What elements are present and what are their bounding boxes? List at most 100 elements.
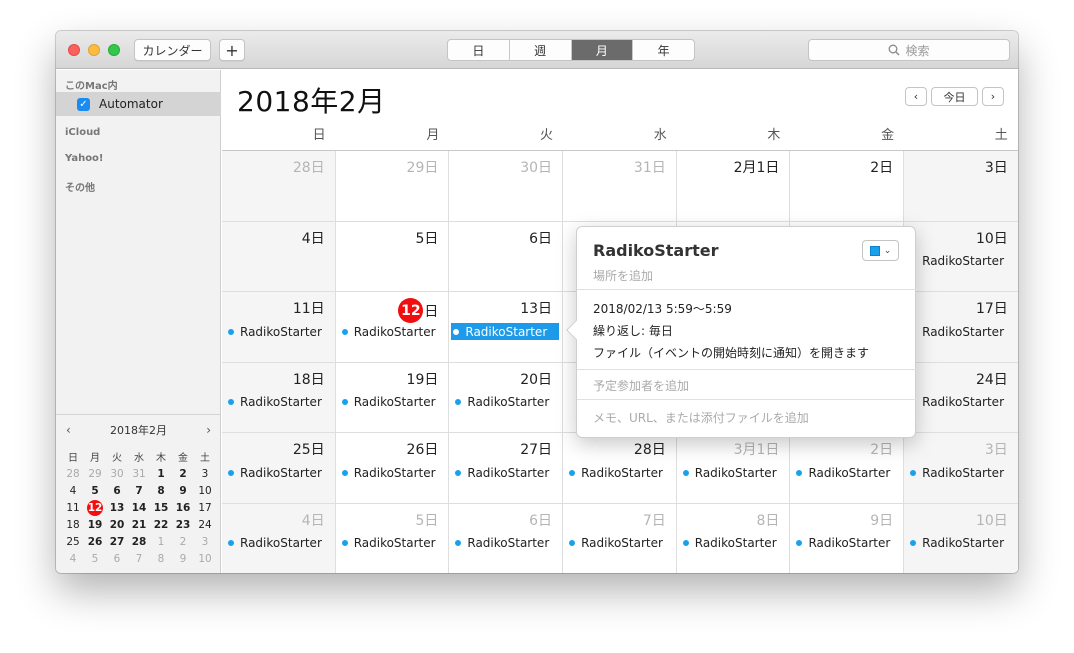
mini-day[interactable]: 5 <box>84 550 106 567</box>
view-tab-2[interactable]: 月 <box>571 40 634 60</box>
mini-day[interactable]: 23 <box>172 516 194 533</box>
day-cell[interactable]: 8日 RadikoStarter <box>677 503 791 573</box>
day-cell[interactable]: 10日 RadikoStarter <box>904 221 1018 291</box>
event-item[interactable]: RadikoStarter <box>908 535 1015 552</box>
event-item[interactable]: RadikoStarter <box>226 323 332 340</box>
invitees-field[interactable]: 予定参加者を追加 <box>593 377 689 394</box>
day-cell[interactable]: 28日 <box>222 151 336 221</box>
mini-day[interactable]: 19 <box>84 516 106 533</box>
day-cell[interactable]: 4日 <box>222 221 336 291</box>
search-input[interactable]: 検索 <box>808 39 1010 61</box>
day-cell[interactable]: 27日 RadikoStarter <box>449 433 564 503</box>
day-cell[interactable]: 5日 <box>336 221 450 291</box>
day-cell[interactable]: 24日 RadikoStarter <box>904 362 1018 432</box>
day-cell[interactable]: 17日 RadikoStarter <box>904 292 1018 362</box>
mini-day[interactable]: 6 <box>106 482 128 499</box>
event-item[interactable]: RadikoStarter <box>453 535 559 552</box>
mini-day[interactable]: 10 <box>194 550 216 567</box>
mini-day[interactable]: 7 <box>128 482 150 499</box>
day-cell[interactable]: 19日 RadikoStarter <box>336 362 450 432</box>
day-cell[interactable]: 3日 <box>904 151 1018 221</box>
notes-field[interactable]: メモ、URL、または添付ファイルを追加 <box>593 409 809 426</box>
mini-day[interactable]: 3 <box>194 533 216 550</box>
event-repeat[interactable]: 繰り返し: 毎日 <box>593 322 673 339</box>
mini-day[interactable]: 7 <box>128 550 150 567</box>
day-cell[interactable]: 31日 <box>563 151 677 221</box>
event-item[interactable]: RadikoStarter <box>908 253 1015 270</box>
day-cell[interactable]: 3日 RadikoStarter <box>904 433 1018 503</box>
mini-day[interactable]: 28 <box>128 533 150 550</box>
event-item[interactable]: RadikoStarter <box>681 535 787 552</box>
mini-day[interactable]: 20 <box>106 516 128 533</box>
event-item[interactable]: RadikoStarter <box>226 394 332 411</box>
minimize-window-button[interactable] <box>88 44 100 56</box>
day-cell[interactable]: 18日 RadikoStarter <box>222 362 336 432</box>
zoom-window-button[interactable] <box>108 44 120 56</box>
day-cell[interactable]: 6日 RadikoStarter <box>449 503 564 573</box>
day-cell[interactable]: 29日 <box>336 151 450 221</box>
day-cell[interactable]: 25日 RadikoStarter <box>222 433 336 503</box>
event-item[interactable]: RadikoStarter <box>908 464 1015 481</box>
day-cell[interactable]: 10日 RadikoStarter <box>904 503 1018 573</box>
add-event-button[interactable]: + <box>219 39 245 61</box>
mini-day[interactable]: 3 <box>194 465 216 482</box>
day-cell[interactable]: 20日 RadikoStarter <box>449 362 564 432</box>
mini-prev-month-button[interactable]: ‹ <box>66 423 71 437</box>
event-item[interactable]: RadikoStarter <box>340 394 446 411</box>
mini-day[interactable]: 11 <box>62 499 84 516</box>
checkbox-checked-icon[interactable]: ✓ <box>77 97 90 111</box>
mini-day[interactable]: 18 <box>62 516 84 533</box>
event-item[interactable]: RadikoStarter <box>340 535 446 552</box>
mini-day[interactable]: 30 <box>106 465 128 482</box>
mini-day[interactable]: 24 <box>194 516 216 533</box>
mini-day[interactable]: 8 <box>150 482 172 499</box>
event-item[interactable]: RadikoStarter <box>453 394 559 411</box>
event-datetime[interactable]: 2018/02/13 5:59〜5:59 <box>593 300 732 317</box>
sidebar-section-icloud[interactable]: iCloud <box>65 127 100 138</box>
day-cell[interactable]: 5日 RadikoStarter <box>336 503 450 573</box>
day-cell[interactable]: 6日 <box>449 221 564 291</box>
calendars-button[interactable]: カレンダー <box>134 39 211 61</box>
day-cell[interactable]: 2月1日 <box>677 151 791 221</box>
mini-day[interactable]: 15 <box>150 499 172 516</box>
mini-day[interactable]: 6 <box>106 550 128 567</box>
event-item[interactable]: RadikoStarter <box>908 394 1015 411</box>
sidebar-item-automator[interactable]: ✓ Automator <box>56 92 221 116</box>
mini-day[interactable]: 27 <box>106 533 128 550</box>
day-cell[interactable]: 12 日 RadikoStarter <box>336 292 450 362</box>
sidebar-section-other[interactable]: その他 <box>65 179 95 194</box>
event-item[interactable]: RadikoStarter <box>794 535 900 552</box>
event-item[interactable]: RadikoStarter <box>908 323 1015 340</box>
event-title[interactable]: RadikoStarter <box>593 241 719 260</box>
event-alert[interactable]: ファイル（イベントの開始時刻に通知）を開きます <box>593 344 869 361</box>
event-selected[interactable]: RadikoStarter <box>451 323 560 340</box>
prev-month-button[interactable]: ‹ <box>905 87 927 106</box>
event-item[interactable]: RadikoStarter <box>226 464 332 481</box>
mini-day[interactable]: 4 <box>62 550 84 567</box>
mini-day[interactable]: 26 <box>84 533 106 550</box>
mini-day[interactable]: 14 <box>128 499 150 516</box>
day-cell[interactable]: 26日 RadikoStarter <box>336 433 450 503</box>
mini-day[interactable]: 28 <box>62 465 84 482</box>
mini-day[interactable]: 21 <box>128 516 150 533</box>
day-cell[interactable]: 9日 RadikoStarter <box>790 503 905 573</box>
day-cell[interactable]: 11日 RadikoStarter <box>222 292 336 362</box>
mini-day[interactable]: 2 <box>172 465 194 482</box>
day-cell[interactable]: 13日 RadikoStarter <box>449 292 564 362</box>
mini-day[interactable]: 5 <box>84 482 106 499</box>
day-cell[interactable]: 7日 RadikoStarter <box>563 503 677 573</box>
event-item[interactable]: RadikoStarter <box>340 464 446 481</box>
view-tab-1[interactable]: 週 <box>510 40 572 60</box>
mini-day-today[interactable]: 12 <box>84 499 106 516</box>
mini-day[interactable]: 29 <box>84 465 106 482</box>
view-tab-0[interactable]: 日 <box>448 40 510 60</box>
today-button[interactable]: 今日 <box>931 87 978 106</box>
view-tab-3[interactable]: 年 <box>633 40 694 60</box>
location-field[interactable]: 場所を追加 <box>593 267 653 284</box>
mini-day[interactable]: 9 <box>172 482 194 499</box>
calendar-color-picker[interactable]: ⌄ <box>862 240 899 261</box>
event-item[interactable]: RadikoStarter <box>567 464 673 481</box>
mini-day[interactable]: 1 <box>150 465 172 482</box>
day-cell[interactable]: 4日 RadikoStarter <box>222 503 336 573</box>
mini-day[interactable]: 16 <box>172 499 194 516</box>
